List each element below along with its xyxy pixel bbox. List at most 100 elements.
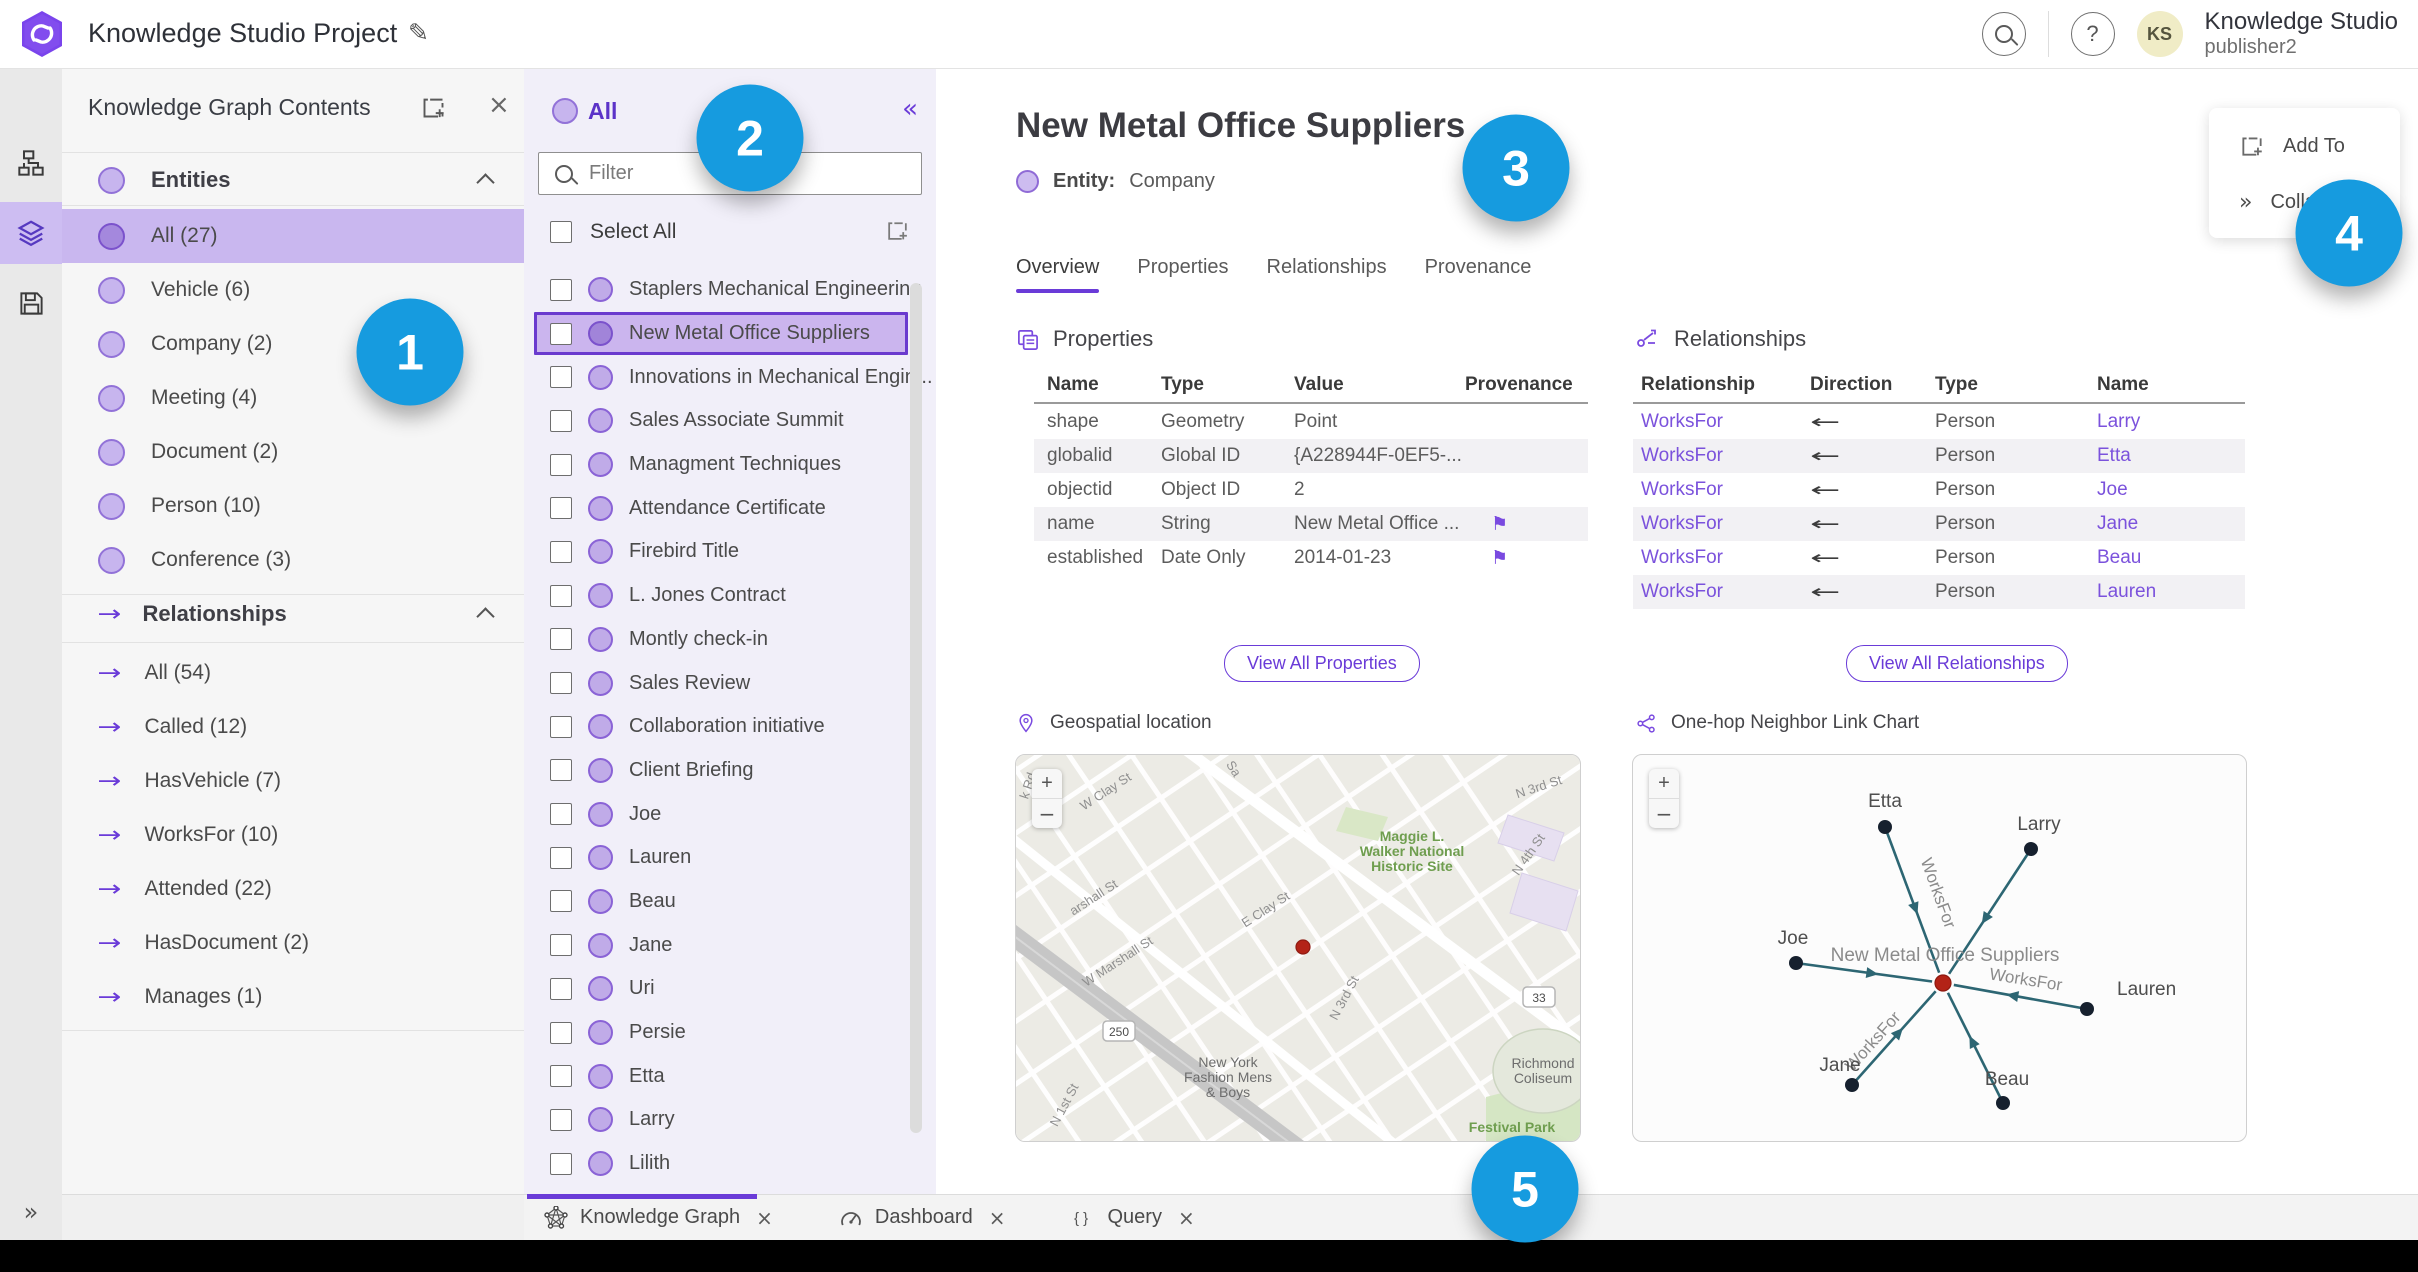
avatar[interactable]: KS (2136, 11, 2183, 57)
add-to-new-button[interactable] (420, 94, 447, 126)
relationship-link[interactable]: WorksFor (1641, 411, 1810, 433)
relationship-link[interactable]: WorksFor (1641, 513, 1810, 535)
item-checkbox[interactable] (550, 1021, 572, 1044)
orgchart-rail-button[interactable] (0, 132, 62, 194)
list-item[interactable]: Persie (524, 1011, 936, 1055)
list-item[interactable]: Lilith (524, 1142, 936, 1186)
zoom-in-button[interactable]: + (1032, 769, 1062, 798)
tab-relationships[interactable]: Relationships (1267, 256, 1387, 293)
sidebar-entity-row[interactable]: Conference (3) (62, 533, 524, 587)
select-all-checkbox[interactable] (550, 221, 572, 243)
sidebar-relationship-row[interactable]: → All (54) (62, 646, 524, 700)
item-checkbox[interactable] (550, 1152, 572, 1175)
chart-node-joe[interactable] (1789, 956, 1803, 970)
sidebar-entity-row[interactable]: All (27) (62, 209, 524, 263)
list-item[interactable]: Managment Techniques (524, 443, 936, 487)
related-entity-link[interactable]: Beau (2097, 547, 2245, 569)
list-item[interactable]: Joe (524, 792, 936, 836)
link-chart-canvas[interactable]: WorksForEttaLarryJoeWorksFor LaurenWorksF… (1633, 755, 2246, 1141)
sidebar-entity-row[interactable]: Document (2) (62, 425, 524, 479)
bottom-tab-query[interactable]: { } Query × (1071, 1206, 1194, 1230)
close-panel-icon[interactable]: × (488, 90, 510, 120)
sidebar-relationship-row[interactable]: → HasVehicle (7) (62, 754, 524, 808)
sidebar-relationship-row[interactable]: → Attended (22) (62, 862, 524, 916)
chart-center-node[interactable] (1934, 974, 1952, 992)
item-checkbox[interactable] (550, 977, 572, 1000)
chart-node-jane[interactable] (1845, 1078, 1859, 1092)
chart-node-beau[interactable] (1996, 1096, 2010, 1110)
zoom-out-button[interactable]: − (1032, 798, 1062, 828)
relationship-link[interactable]: WorksFor (1641, 445, 1810, 467)
bottom-tab-dashboard[interactable]: Dashboard × (839, 1206, 1006, 1230)
collapse-entities-icon[interactable] (476, 173, 495, 192)
bottom-tab-knowledge-graph[interactable]: Knowledge Graph × (544, 1205, 773, 1230)
relationships-section-header[interactable]: → Relationships (62, 590, 524, 638)
chart-node-etta[interactable] (1878, 820, 1892, 834)
list-item[interactable]: Client Briefing (524, 749, 936, 793)
chart-node-larry[interactable] (2024, 842, 2038, 856)
related-entity-link[interactable]: Joe (2097, 479, 2245, 501)
edit-title-icon[interactable]: ✎ (408, 18, 429, 47)
map-panel[interactable]: k Rd W Clay St Sa Maggie L. Walker National H… (1015, 754, 1581, 1142)
list-item[interactable]: L. Jones Contract (524, 574, 936, 618)
item-checkbox[interactable] (550, 759, 572, 782)
provenance-flag-icon[interactable]: ⚑ (1491, 513, 1508, 535)
view-all-relationships-button[interactable]: View All Relationships (1846, 645, 2068, 682)
item-checkbox[interactable] (550, 497, 572, 520)
item-checkbox[interactable] (550, 453, 572, 476)
close-tab-icon[interactable]: × (989, 1206, 1006, 1230)
item-checkbox[interactable] (550, 890, 572, 913)
list-item[interactable]: Lauren (524, 836, 936, 880)
related-entity-link[interactable]: Lauren (2097, 581, 2245, 603)
item-checkbox[interactable] (550, 1108, 572, 1131)
view-all-properties-button[interactable]: View All Properties (1224, 645, 1420, 682)
item-checkbox[interactable] (550, 278, 572, 301)
collapse-relationships-icon[interactable] (476, 607, 495, 626)
add-selected-button[interactable] (885, 218, 910, 248)
list-item[interactable]: Uri (524, 967, 936, 1011)
related-entity-link[interactable]: Etta (2097, 445, 2245, 467)
item-checkbox[interactable] (550, 409, 572, 432)
list-item[interactable]: Sales Associate Summit (524, 399, 936, 443)
map-marker[interactable] (1295, 939, 1311, 955)
list-item[interactable]: New Metal Office Suppliers (534, 311, 908, 356)
list-item[interactable]: Sales Review (524, 661, 936, 705)
map-canvas[interactable]: k Rd W Clay StSaMaggie L. Walker National H… (1016, 755, 1580, 1141)
item-checkbox[interactable] (550, 366, 572, 389)
provenance-flag-icon[interactable]: ⚑ (1491, 547, 1508, 569)
link-chart-panel[interactable]: WorksFor Etta Larry Joe WorksFor Lauren WorksF… (1632, 754, 2247, 1142)
list-item[interactable]: Etta (524, 1054, 936, 1098)
relationship-link[interactable]: WorksFor (1641, 479, 1810, 501)
sidebar-relationship-row[interactable]: → WorksFor (10) (62, 808, 524, 862)
sidebar-relationship-row[interactable]: → Called (12) (62, 700, 524, 754)
related-entity-link[interactable]: Larry (2097, 411, 2245, 433)
item-checkbox[interactable] (550, 1065, 572, 1088)
sidebar-entity-row[interactable]: Person (10) (62, 479, 524, 533)
related-entity-link[interactable]: Jane (2097, 513, 2245, 535)
list-item[interactable]: Jane (524, 923, 936, 967)
expand-rail-button[interactable]: » (0, 1198, 62, 1226)
list-item[interactable]: Firebird Title (524, 530, 936, 574)
zoom-out-button[interactable]: − (1649, 798, 1679, 828)
relationship-link[interactable]: WorksFor (1641, 581, 1810, 603)
tab-properties[interactable]: Properties (1137, 256, 1228, 293)
sidebar-relationship-row[interactable]: → HasDocument (2) (62, 916, 524, 970)
list-item[interactable]: Staplers Mechanical Engineering (524, 268, 936, 312)
item-checkbox[interactable] (550, 672, 572, 695)
item-checkbox[interactable] (550, 715, 572, 738)
item-checkbox[interactable] (550, 584, 572, 607)
close-tab-icon[interactable]: × (1178, 1206, 1195, 1230)
action-add-to[interactable]: Add To (2209, 126, 2400, 166)
save-rail-button[interactable] (0, 272, 62, 334)
chart-node-lauren[interactable] (2080, 1002, 2094, 1016)
user-block[interactable]: Knowledge Studio publisher2 (2205, 8, 2404, 58)
entities-section-header[interactable]: Entities (62, 156, 524, 204)
close-tab-icon[interactable]: × (756, 1206, 773, 1230)
zoom-in-button[interactable]: + (1649, 769, 1679, 798)
item-checkbox[interactable] (550, 934, 572, 957)
item-checkbox[interactable] (550, 628, 572, 651)
sidebar-relationship-row[interactable]: → Manages (1) (62, 970, 524, 1024)
list-item[interactable]: Montly check-in (524, 618, 936, 662)
list-item[interactable]: Beau (524, 880, 936, 924)
search-button[interactable] (1981, 12, 2026, 56)
